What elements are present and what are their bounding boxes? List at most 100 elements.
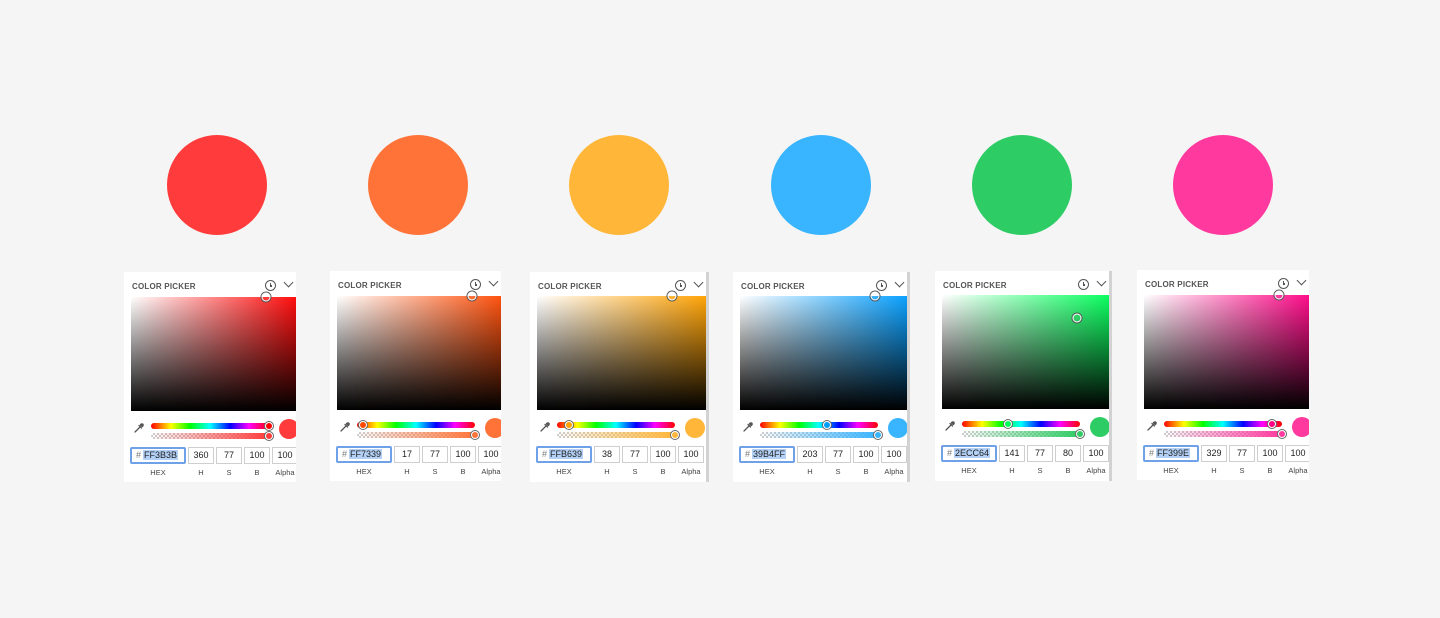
saturation-brightness-handle[interactable]	[467, 291, 477, 301]
hue-slider-handle[interactable]	[822, 421, 831, 429]
hex-value[interactable]: FF399E	[1156, 448, 1191, 458]
brightness-input[interactable]: 100	[244, 447, 270, 464]
hue-input[interactable]: 360	[188, 447, 214, 464]
alpha-slider[interactable]	[357, 432, 475, 438]
alpha-input[interactable]: 100	[1285, 445, 1309, 462]
current-color-swatch	[685, 418, 705, 438]
hex-value[interactable]: FFB639	[549, 449, 584, 459]
alpha-input[interactable]: 100	[478, 446, 501, 463]
color-picker-panel-green: COLOR PICKER #2ECC64 141 77 80 100 HEX H…	[935, 271, 1112, 481]
alpha-slider-fill	[760, 432, 878, 438]
saturation-brightness-area[interactable]	[337, 291, 501, 410]
alpha-slider-fill	[357, 432, 475, 438]
saturation-input[interactable]: 77	[825, 446, 851, 463]
alpha-slider[interactable]	[1164, 431, 1282, 437]
hue-slider-handle[interactable]	[358, 421, 367, 429]
chevron-down-icon[interactable]	[693, 277, 704, 288]
saturation-input[interactable]: 77	[622, 446, 648, 463]
eyedropper-icon[interactable]	[539, 421, 551, 433]
eyedropper-icon[interactable]	[944, 420, 956, 432]
clock-history-icon[interactable]	[265, 280, 276, 291]
brightness-input[interactable]: 100	[650, 446, 676, 463]
chevron-down-icon[interactable]	[894, 277, 905, 288]
hex-input[interactable]: # FF7339	[336, 446, 392, 463]
hue-slider[interactable]	[1164, 420, 1282, 428]
eyedropper-icon[interactable]	[339, 421, 351, 433]
eyedropper-icon[interactable]	[1146, 420, 1158, 432]
eyedropper-icon[interactable]	[742, 421, 754, 433]
chevron-down-icon[interactable]	[283, 277, 294, 288]
hue-input[interactable]: 17	[394, 446, 420, 463]
hue-input[interactable]: 141	[999, 445, 1025, 462]
saturation-input[interactable]: 77	[1027, 445, 1053, 462]
eyedropper-icon[interactable]	[133, 422, 145, 434]
chevron-down-icon[interactable]	[1096, 276, 1107, 287]
alpha-slider-handle[interactable]	[1278, 430, 1286, 438]
hex-input[interactable]: #2ECC64	[941, 445, 997, 462]
brightness-input[interactable]: 100	[450, 446, 476, 463]
alpha-slider-fill	[557, 432, 675, 438]
saturation-brightness-handle[interactable]	[870, 291, 880, 301]
hex-value[interactable]: 2ECC64	[954, 448, 991, 458]
saturation-brightness-area[interactable]	[537, 291, 706, 410]
brightness-input[interactable]: 80	[1055, 445, 1081, 462]
hue-slider[interactable]	[962, 420, 1080, 428]
saturation-label: S	[1037, 466, 1043, 475]
hex-hash-prefix: #	[1149, 448, 1155, 458]
hue-slider[interactable]	[151, 422, 273, 430]
clock-history-icon[interactable]	[675, 280, 686, 291]
saturation-brightness-handle[interactable]	[1072, 313, 1082, 323]
alpha-slider-handle[interactable]	[265, 432, 273, 440]
saturation-input[interactable]: 77	[216, 447, 242, 464]
alpha-slider[interactable]	[151, 433, 269, 439]
hex-value[interactable]: 39B4FF	[752, 449, 787, 459]
hex-value[interactable]: FF3B3B	[143, 450, 179, 460]
hue-slider-handle[interactable]	[565, 421, 574, 429]
saturation-brightness-handle[interactable]	[667, 291, 677, 301]
hue-input[interactable]: 329	[1201, 445, 1227, 462]
saturation-label: S	[432, 467, 438, 476]
alpha-slider-handle[interactable]	[471, 431, 479, 439]
hex-input[interactable]: # FF399E	[1143, 445, 1199, 462]
hue-slider[interactable]	[357, 421, 475, 429]
chevron-down-icon[interactable]	[488, 276, 499, 287]
alpha-input[interactable]: 100	[272, 447, 296, 464]
clock-history-icon[interactable]	[876, 280, 887, 291]
alpha-slider[interactable]	[962, 431, 1080, 437]
saturation-brightness-area[interactable]	[942, 295, 1109, 409]
saturation-brightness-handle[interactable]	[261, 292, 271, 302]
clock-history-icon[interactable]	[470, 279, 481, 290]
hex-input[interactable]: # FFB639	[536, 446, 592, 463]
brightness-input[interactable]: 100	[1257, 445, 1283, 462]
chevron-down-icon[interactable]	[1296, 275, 1307, 286]
saturation-brightness-handle[interactable]	[1274, 290, 1284, 300]
saturation-brightness-area[interactable]	[131, 292, 296, 411]
saturation-brightness-area[interactable]	[1144, 290, 1309, 409]
saturation-input[interactable]: 77	[1229, 445, 1255, 462]
hex-input[interactable]: #39B4FF	[739, 446, 795, 463]
saturation-input[interactable]: 77	[422, 446, 448, 463]
alpha-slider-handle[interactable]	[671, 431, 679, 439]
hex-value[interactable]: FF7339	[349, 449, 383, 459]
hex-input[interactable]: # FF3B3B	[130, 447, 186, 464]
hue-slider[interactable]	[760, 421, 878, 429]
alpha-input[interactable]: 100	[1083, 445, 1109, 462]
saturation-brightness-area[interactable]	[740, 291, 907, 410]
alpha-input[interactable]: 100	[678, 446, 704, 463]
hex-hash-prefix: #	[542, 449, 548, 459]
clock-history-icon[interactable]	[1278, 278, 1289, 289]
color-preview-circle-orange	[368, 135, 468, 235]
clock-history-icon[interactable]	[1078, 279, 1089, 290]
hue-slider-handle[interactable]	[1004, 420, 1013, 428]
alpha-input[interactable]: 100	[881, 446, 907, 463]
alpha-slider-handle[interactable]	[1076, 430, 1084, 438]
alpha-slider[interactable]	[760, 432, 878, 438]
hue-slider-handle[interactable]	[265, 422, 273, 430]
hue-input[interactable]: 203	[797, 446, 823, 463]
hue-slider[interactable]	[557, 421, 675, 429]
alpha-slider[interactable]	[557, 432, 675, 438]
hue-input[interactable]: 38	[594, 446, 620, 463]
brightness-input[interactable]: 100	[853, 446, 879, 463]
alpha-slider-handle[interactable]	[874, 431, 882, 439]
hue-slider-handle[interactable]	[1267, 420, 1276, 428]
